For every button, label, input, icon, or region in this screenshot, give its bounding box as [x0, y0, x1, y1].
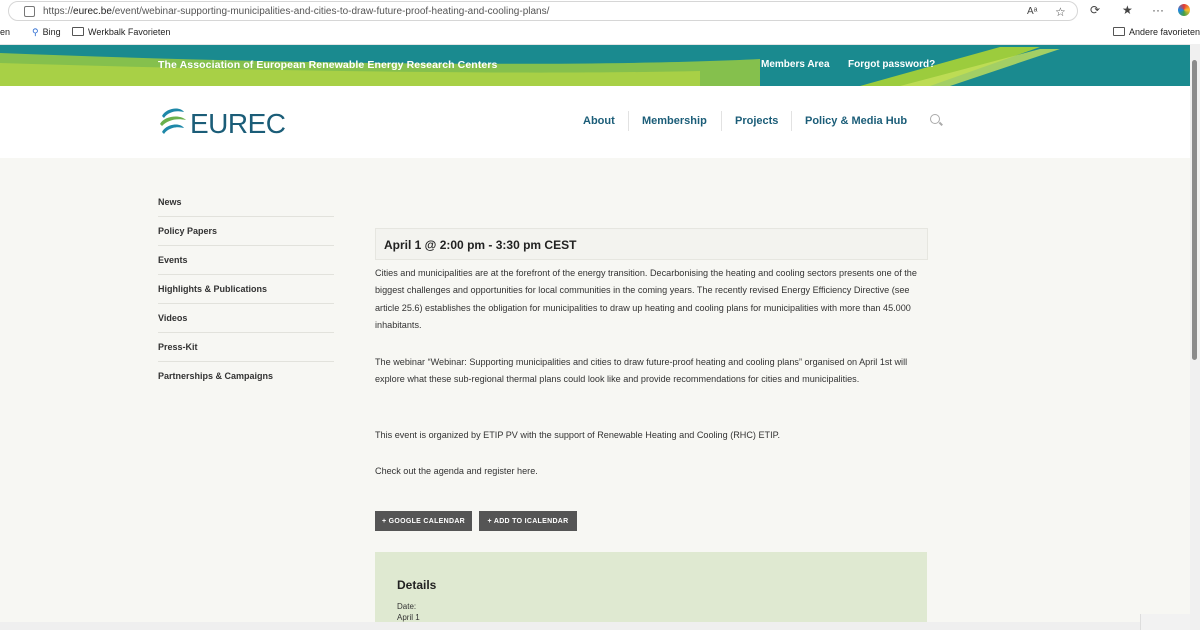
favorite-item-bing[interactable]: ⚲ Bing [32, 27, 61, 38]
eurec-logo[interactable]: EUREC [158, 106, 286, 142]
event-paragraph: Cities and municipalities are at the for… [375, 268, 917, 331]
sidebar-item-news[interactable]: News [158, 197, 334, 207]
favorites-bar: en ⚲ Bing Werkbalk Favorieten Andere favo… [0, 22, 1200, 45]
event-paragraph: Check out the agenda and register here. [375, 466, 538, 476]
sidebar-divider [158, 303, 334, 304]
event-paragraph: This event is organized by ETIP PV with … [375, 430, 781, 440]
members-area-link[interactable]: Members Area [761, 59, 830, 70]
sidebar-divider [158, 361, 334, 362]
site-info-icon[interactable] [24, 6, 35, 17]
nav-policy-media-hub[interactable]: Policy & Media Hub [805, 115, 907, 127]
sidebar-item-events[interactable]: Events [158, 255, 334, 265]
nav-about[interactable]: About [583, 115, 615, 127]
browser-address-bar: https://eurec.be/event/webinar-supportin… [0, 0, 1200, 22]
event-date: April 1 @ 2:00 pm - 3:30 pm CEST [384, 238, 577, 252]
extensions-icon[interactable]: ⟳ [1090, 3, 1100, 17]
sidebar-divider [158, 274, 334, 275]
event-details-panel: Details Date: April 1 [375, 552, 927, 630]
search-icon[interactable] [930, 114, 940, 124]
sidebar-item-press-kit[interactable]: Press-Kit [158, 342, 334, 352]
sidebar-item-policy-papers[interactable]: Policy Papers [158, 226, 334, 236]
event-paragraph: The webinar “Webinar: Supporting municip… [375, 357, 908, 385]
more-menu-icon[interactable]: ··· [1152, 3, 1164, 17]
search-icon: ⚲ [32, 27, 39, 37]
logo-text: EUREC [190, 108, 286, 139]
recaptcha-badge[interactable] [1140, 614, 1191, 630]
copilot-icon[interactable] [1178, 4, 1190, 16]
read-aloud-icon[interactable]: Aᵃ [1027, 5, 1037, 19]
date-value: April 1 [397, 613, 420, 622]
add-to-icalendar-button[interactable]: + ADD TO ICALENDAR [479, 511, 577, 531]
sidebar-item-highlights-publications[interactable]: Highlights & Publications [158, 284, 334, 294]
favorite-folder-werkbalk[interactable]: Werkbalk Favorieten [72, 27, 170, 37]
folder-icon [1113, 27, 1125, 36]
url-field[interactable]: https://eurec.be/event/webinar-supportin… [8, 1, 1078, 21]
page-scrollbar[interactable] [1190, 44, 1200, 630]
sidebar-divider [158, 216, 334, 217]
event-date-box: April 1 @ 2:00 pm - 3:30 pm CEST [375, 228, 928, 260]
favorites-icon[interactable]: ★ [1122, 3, 1133, 17]
forgot-password-link[interactable]: Forgot password? [848, 59, 935, 70]
other-favorites-folder[interactable]: Andere favorieten [1113, 27, 1200, 37]
logo-swirl-icon [160, 108, 186, 134]
sidebar-item-videos[interactable]: Videos [158, 313, 334, 323]
favorite-star-icon[interactable]: ☆ [1055, 5, 1066, 19]
favorite-item[interactable]: en [0, 27, 10, 37]
top-banner: The Association of European Renewable En… [0, 45, 1190, 86]
association-tagline: The Association of European Renewable En… [158, 59, 498, 71]
nav-membership[interactable]: Membership [642, 115, 707, 127]
sidebar-divider [158, 332, 334, 333]
nav-divider [721, 111, 722, 131]
nav-divider [791, 111, 792, 131]
details-heading: Details [397, 578, 437, 592]
google-calendar-button[interactable]: + GOOGLE CALENDAR [375, 511, 472, 531]
sidebar-divider [158, 245, 334, 246]
url-text: https://eurec.be/event/webinar-supportin… [43, 6, 550, 17]
sidebar-item-partnerships-campaigns[interactable]: Partnerships & Campaigns [158, 371, 334, 381]
nav-divider [628, 111, 629, 131]
page-bottom-edge [0, 622, 1190, 630]
date-label: Date: [397, 602, 417, 611]
site-header: EUREC About Membership Projects Policy &… [0, 86, 1190, 158]
nav-projects[interactable]: Projects [735, 115, 778, 127]
scrollbar-thumb[interactable] [1192, 60, 1197, 360]
folder-icon [72, 27, 84, 36]
